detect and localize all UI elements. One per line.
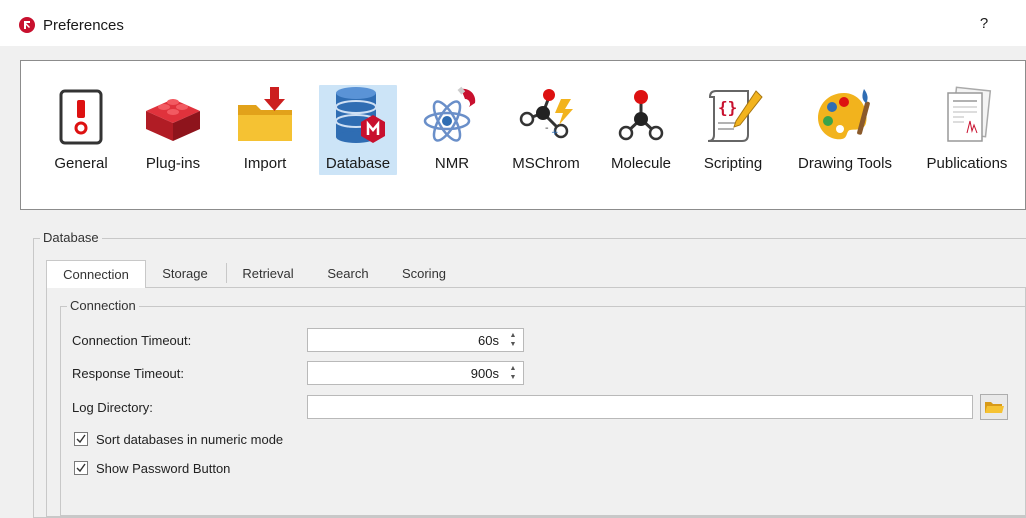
category-label: Drawing Tools [798,155,892,172]
category-plugins[interactable]: Plug-ins [137,61,209,211]
nmr-atom-magnet-icon [421,85,483,147]
app-logo-icon [19,17,35,33]
tab-separator [226,263,227,283]
scripting-icon: {} [702,85,764,147]
spin-arrows-icon[interactable]: ▲ ▼ [508,364,518,382]
browse-folder-button[interactable] [980,394,1008,420]
show-password-label[interactable]: Show Password Button [96,461,230,476]
category-label: General [54,155,108,172]
category-label: Molecule [610,155,672,172]
response-timeout-value: 900s [470,366,499,381]
response-timeout-spinbox[interactable]: 900s ▲ ▼ [307,361,524,385]
category-general[interactable]: General [43,61,119,211]
import-folder-icon [234,85,296,147]
database-group-title: Database [40,230,102,245]
category-database[interactable]: Database [319,61,397,211]
window-title: Preferences [43,17,124,34]
category-label: Publications [926,155,1008,172]
help-button[interactable]: ? [974,15,994,37]
category-publications[interactable]: Publications [917,61,1017,211]
connection-timeout-spinbox[interactable]: 60s ▲ ▼ [307,328,524,352]
connection-timeout-label: Connection Timeout: [72,333,192,348]
log-directory-input[interactable] [307,395,973,419]
sort-numeric-checkbox[interactable] [74,432,88,446]
database-icon [327,85,389,147]
sort-numeric-label[interactable]: Sort databases in numeric mode [96,432,283,447]
mschrom-molecule-icon: - + [515,85,577,147]
show-password-checkbox[interactable] [74,461,88,475]
category-nmr[interactable]: NMR [421,61,483,211]
publications-icon [936,85,998,147]
folder-icon [985,402,1004,413]
connection-group-title: Connection [67,298,139,313]
tab-connection[interactable]: Connection [46,260,146,288]
tab-storage[interactable]: Storage [150,260,220,287]
checkmark-icon [76,434,86,444]
svg-text:+: + [551,128,559,138]
svg-text:-: - [545,123,549,134]
category-label: Plug-ins [145,155,201,172]
connection-timeout-value: 60s [478,333,499,348]
response-timeout-label: Response Timeout: [72,366,185,381]
palette-icon [814,85,876,147]
category-import[interactable]: Import [227,61,303,211]
category-label: MSChrom [512,155,580,172]
category-label: Import [243,155,287,172]
category-toolbar: General Plug-ins Import Database NMR - +… [20,60,1026,210]
category-molecule[interactable]: Molecule [603,61,679,211]
category-label: NMR [434,155,470,172]
title-bar: Preferences ? [0,0,1026,46]
general-switch-icon [50,85,112,147]
tab-retrieval[interactable]: Retrieval [232,260,304,287]
spin-arrows-icon[interactable]: ▲ ▼ [508,331,518,349]
tab-search[interactable]: Search [316,260,380,287]
tab-scoring[interactable]: Scoring [392,260,456,287]
category-drawing-tools[interactable]: Drawing Tools [789,61,901,211]
log-directory-label: Log Directory: [72,400,153,415]
checkmark-icon [76,463,86,473]
molecule-icon [610,85,672,147]
category-scripting[interactable]: {} Scripting [695,61,771,211]
svg-text:{}: {} [718,98,737,117]
category-label: Scripting [703,155,763,172]
category-label: Database [325,155,391,172]
category-mschrom[interactable]: - + MSChrom [505,61,587,211]
plugins-brick-icon [142,85,204,147]
